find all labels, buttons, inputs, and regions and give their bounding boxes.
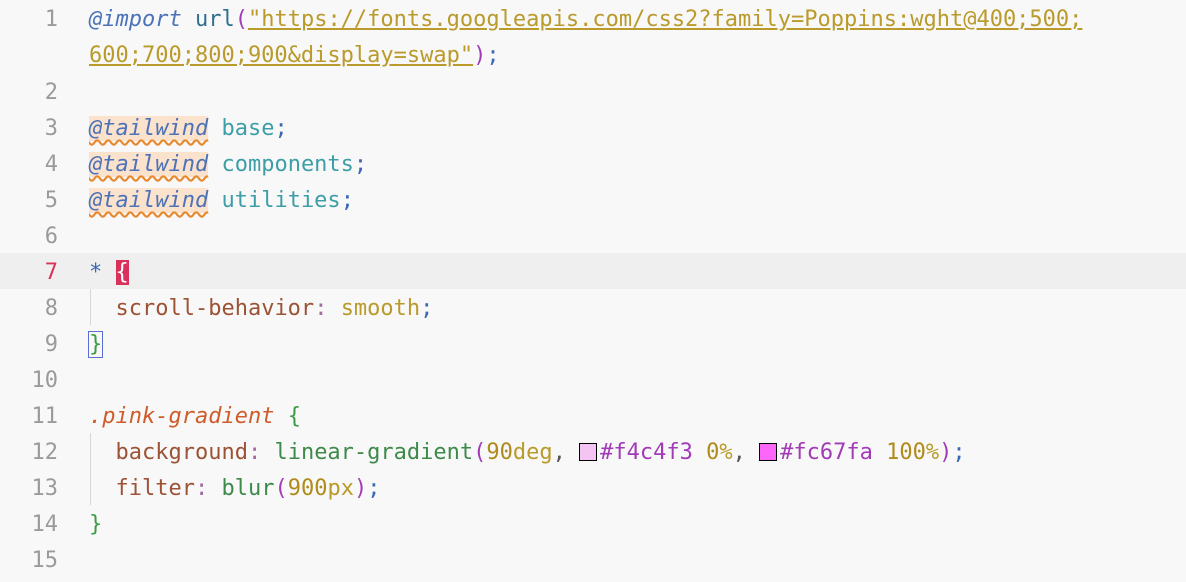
code-line-wrap[interactable]: 600;700;800;900&display=swap");: [0, 36, 1186, 72]
line-code[interactable]: background: linear-gradient(90deg, #f4c4…: [89, 440, 966, 466]
token: 0: [706, 440, 720, 465]
token: ;: [274, 116, 288, 141]
code-line-current[interactable]: 7 * {: [0, 253, 1186, 289]
code-line[interactable]: 9 }: [0, 325, 1186, 361]
token: ;: [952, 440, 966, 465]
code-line[interactable]: 12 background: linear-gradient(90deg, #f…: [0, 433, 1186, 469]
token: base: [221, 116, 275, 141]
token: ): [353, 476, 368, 501]
token: }: [89, 512, 103, 537]
token: :: [314, 296, 328, 321]
line-number: 9: [44, 332, 58, 357]
line-code[interactable]: @tailwind base;: [89, 116, 288, 142]
code-line[interactable]: 14 }: [0, 505, 1186, 541]
token: 90: [486, 440, 513, 465]
token: %: [925, 440, 940, 465]
token: @tailwind: [89, 188, 209, 213]
line-number: 15: [31, 548, 59, 573]
token: @tailwind: [89, 152, 209, 177]
token: ;: [367, 476, 381, 501]
token: :: [247, 440, 262, 465]
token: deg: [512, 440, 553, 465]
token: 100: [886, 440, 926, 465]
line-code[interactable]: scroll-behavior: smooth;: [89, 296, 434, 322]
line-number: 11: [31, 404, 59, 429]
token: background: [115, 440, 248, 465]
line-number: 14: [31, 512, 59, 537]
token: components: [221, 152, 354, 177]
line-code[interactable]: }: [87, 331, 104, 358]
line-number: 6: [44, 224, 58, 249]
line-code[interactable]: @import url("https://fonts.googleapis.co…: [89, 7, 1082, 33]
code-line[interactable]: 15: [0, 541, 1186, 577]
token: @import: [89, 7, 182, 32]
token: linear-gradient: [274, 440, 474, 465]
line-code[interactable]: filter: blur(900px);: [89, 476, 381, 502]
code-line[interactable]: 2: [0, 73, 1186, 109]
token: ;: [420, 296, 434, 321]
token: 900: [287, 476, 328, 501]
url-string[interactable]: 600;700;800;900&display=swap": [89, 43, 473, 68]
code-line[interactable]: 3 @tailwind base;: [0, 109, 1186, 145]
token: smooth: [340, 296, 421, 321]
token: ): [473, 43, 487, 68]
line-code[interactable]: }: [89, 512, 102, 538]
line-number: 2: [44, 80, 58, 105]
line-code[interactable]: @tailwind utilities;: [89, 188, 354, 214]
line-number: 5: [44, 188, 58, 213]
code-editor[interactable]: 1 @import url("https://fonts.googleapis.…: [0, 0, 1186, 582]
color-swatch-icon[interactable]: [759, 443, 778, 461]
token: (: [234, 7, 248, 32]
token: utilities: [221, 188, 341, 213]
matching-bracket: }: [87, 331, 104, 358]
line-number: 1: [44, 7, 58, 32]
code-line[interactable]: 11 .pink-gradient {: [0, 397, 1186, 433]
token: ,: [732, 440, 760, 465]
token: *: [89, 260, 103, 285]
token: #fc67fa: [780, 440, 873, 465]
line-number: 12: [31, 440, 59, 465]
token: (: [473, 440, 487, 465]
code-line[interactable]: 10: [0, 361, 1186, 397]
token: {: [287, 404, 301, 429]
code-line[interactable]: 6: [0, 217, 1186, 253]
line-code[interactable]: @tailwind components;: [89, 152, 367, 178]
token: :: [194, 476, 209, 501]
line-number: 13: [31, 476, 59, 501]
code-line[interactable]: 1 @import url("https://fonts.googleapis.…: [0, 0, 1186, 36]
token: ,: [552, 440, 580, 465]
token: ): [939, 440, 953, 465]
line-code[interactable]: .pink-gradient {: [89, 404, 301, 430]
token: blur: [221, 476, 275, 501]
token: %: [719, 440, 733, 465]
code-line[interactable]: 8 scroll-behavior: smooth;: [0, 289, 1186, 325]
token: ;: [353, 152, 368, 177]
line-code[interactable]: * {: [89, 260, 129, 286]
line-number: 3: [44, 116, 58, 141]
token: @tailwind: [89, 116, 209, 141]
token: filter: [115, 476, 195, 501]
code-line[interactable]: 4 @tailwind components;: [0, 145, 1186, 181]
token: url: [194, 7, 235, 32]
token: px: [327, 476, 354, 501]
token: scroll-behavior: [115, 296, 315, 321]
color-swatch-icon[interactable]: [579, 443, 598, 461]
line-number: 10: [31, 368, 59, 393]
line-number: 4: [44, 152, 58, 177]
token: .pink-gradient: [89, 404, 275, 429]
code-line[interactable]: 5 @tailwind utilities;: [0, 181, 1186, 217]
url-string[interactable]: "https://fonts.googleapis.com/css2?famil…: [248, 7, 1082, 32]
token: (: [274, 476, 288, 501]
line-code[interactable]: 600;700;800;900&display=swap");: [89, 43, 500, 69]
line-number: 8: [44, 296, 58, 321]
token: ;: [340, 188, 354, 213]
token: #f4c4f3: [600, 440, 693, 465]
line-number-active: 7: [44, 260, 58, 285]
code-line[interactable]: 13 filter: blur(900px);: [0, 469, 1186, 505]
token: ;: [486, 43, 500, 68]
matching-bracket: {: [115, 260, 129, 285]
